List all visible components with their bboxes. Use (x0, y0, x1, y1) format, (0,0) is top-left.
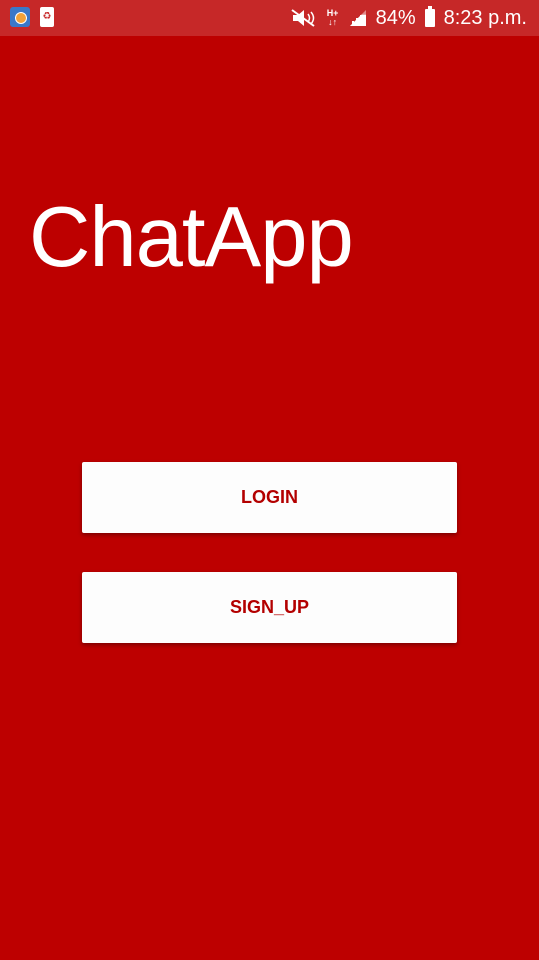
battery-saver-icon: ♻ (40, 7, 54, 27)
status-bar: ♻ H+ ↓↑ 84% 8:23 p.m. (0, 0, 539, 36)
notification-area: ♻ (10, 7, 54, 27)
clock: 8:23 p.m. (443, 6, 527, 29)
network-type-label: H+ (326, 8, 339, 18)
app-title: ChatApp (29, 190, 354, 285)
mute-icon (290, 8, 317, 28)
login-button[interactable]: LOGIN (82, 462, 457, 533)
app-notification-icon (10, 7, 30, 27)
network-type-icon: H+ ↓↑ (326, 8, 339, 27)
signal-icon (349, 9, 367, 27)
screen: ♻ H+ ↓↑ 84% 8:23 p.m. ChatApp LOGIN SIGN… (0, 0, 539, 960)
battery-icon (424, 6, 435, 27)
sign-up-button[interactable]: SIGN_UP (82, 572, 457, 643)
system-tray: H+ ↓↑ 84% 8:23 p.m. (290, 0, 527, 36)
battery-percent: 84% (375, 6, 416, 29)
